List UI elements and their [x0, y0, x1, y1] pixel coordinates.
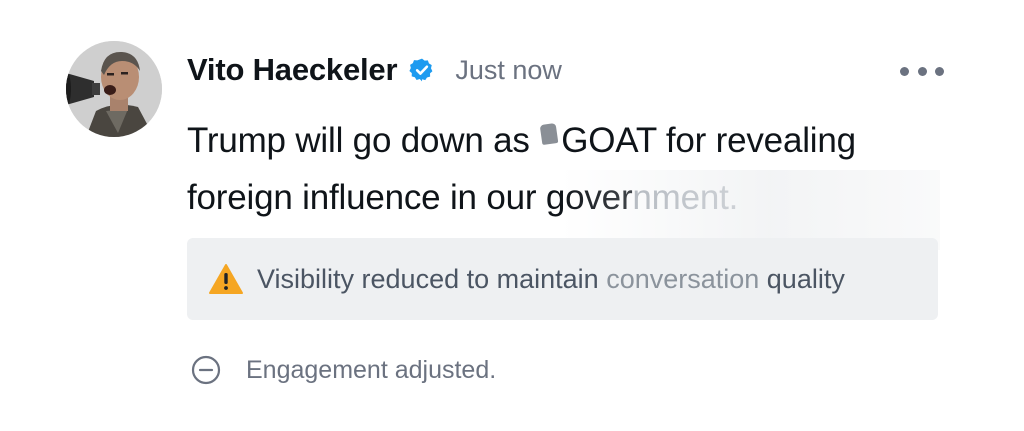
notice-text-a: Visibility reduced to maintain	[257, 263, 607, 294]
timestamp[interactable]: Just now	[455, 55, 562, 86]
engagement-status: Engagement adjusted.	[190, 354, 496, 386]
post-header: Vito Haeckeler Just now	[187, 48, 562, 92]
more-options-icon[interactable]	[900, 62, 944, 80]
visibility-notice: Visibility reduced to maintain conversat…	[187, 238, 938, 320]
minus-circle-icon	[191, 355, 221, 385]
more-dot	[900, 66, 909, 76]
post-text-part4: nment.	[632, 178, 739, 217]
author-name[interactable]: Vito Haeckeler	[187, 52, 398, 88]
goat-emoji-icon	[539, 122, 559, 146]
more-dot	[935, 66, 944, 76]
more-dot	[917, 66, 927, 76]
visibility-notice-text: Visibility reduced to maintain conversat…	[257, 264, 845, 295]
avatar[interactable]	[66, 41, 162, 137]
post-text-part1: Trump will go down as	[187, 121, 540, 160]
notice-text-b: conversation	[606, 263, 760, 294]
post-text-part3: foreign influence in our gover	[187, 178, 633, 217]
warning-icon	[209, 264, 243, 294]
post-text: Trump will go down as GOAT for revealing…	[187, 112, 927, 226]
notice-text-c: quality	[759, 263, 845, 294]
post-text-part2: GOAT for revealing	[561, 121, 856, 160]
verified-badge-icon	[409, 58, 433, 82]
post-card: Vito Haeckeler Just now Trump will go do…	[0, 0, 1024, 431]
engagement-text: Engagement adjusted.	[246, 355, 497, 384]
